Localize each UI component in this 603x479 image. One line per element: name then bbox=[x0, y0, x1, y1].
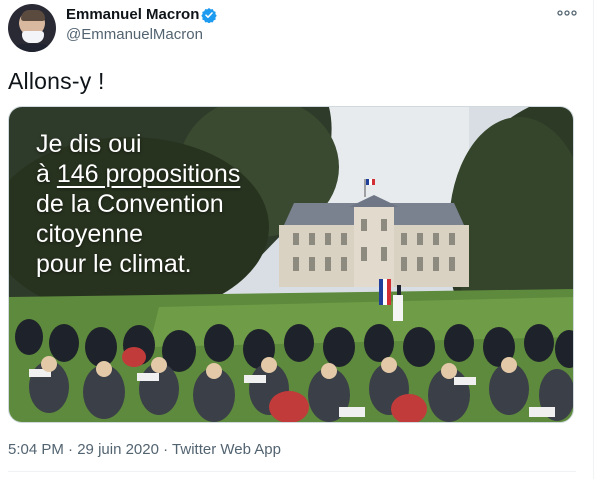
tweet-card: Emmanuel Macron @EmmanuelMacron Allons-y… bbox=[0, 0, 594, 479]
overlay-line-1: Je dis oui bbox=[36, 130, 142, 158]
more-options-icon[interactable] bbox=[557, 8, 577, 18]
overlay-line-2: à 146 propositions bbox=[36, 159, 240, 189]
meta-separator: · bbox=[63, 441, 78, 458]
meta-separator: · bbox=[158, 441, 173, 458]
tweet-time[interactable]: 5:04 PM bbox=[8, 441, 64, 458]
divider bbox=[8, 471, 576, 472]
overlay-line-4: citoyenne bbox=[36, 220, 144, 248]
tweet-image[interactable]: Je dis oui à 146 propositions de la Conv… bbox=[8, 106, 574, 423]
author-name[interactable]: Emmanuel Macron bbox=[66, 6, 199, 23]
overlay-highlight: 146 propositions bbox=[56, 160, 241, 188]
avatar[interactable] bbox=[8, 4, 56, 52]
tweet-meta: 5:04 PM · 29 juin 2020 · Twitter Web App bbox=[8, 441, 281, 458]
tweet-source[interactable]: Twitter Web App bbox=[172, 441, 281, 458]
author-handle[interactable]: @EmmanuelMacron bbox=[66, 26, 203, 43]
overlay-line-5: pour le climat. bbox=[36, 250, 192, 278]
overlay-line-2-prefix: à bbox=[36, 160, 57, 188]
overlay-line-3: de la Convention bbox=[36, 190, 224, 218]
verified-badge-icon bbox=[201, 8, 217, 23]
tweet-text: Allons-y ! bbox=[8, 68, 105, 94]
image-caption-overlay: Je dis oui à 146 propositions de la Conv… bbox=[36, 129, 240, 279]
tweet-date[interactable]: 29 juin 2020 bbox=[77, 441, 159, 458]
